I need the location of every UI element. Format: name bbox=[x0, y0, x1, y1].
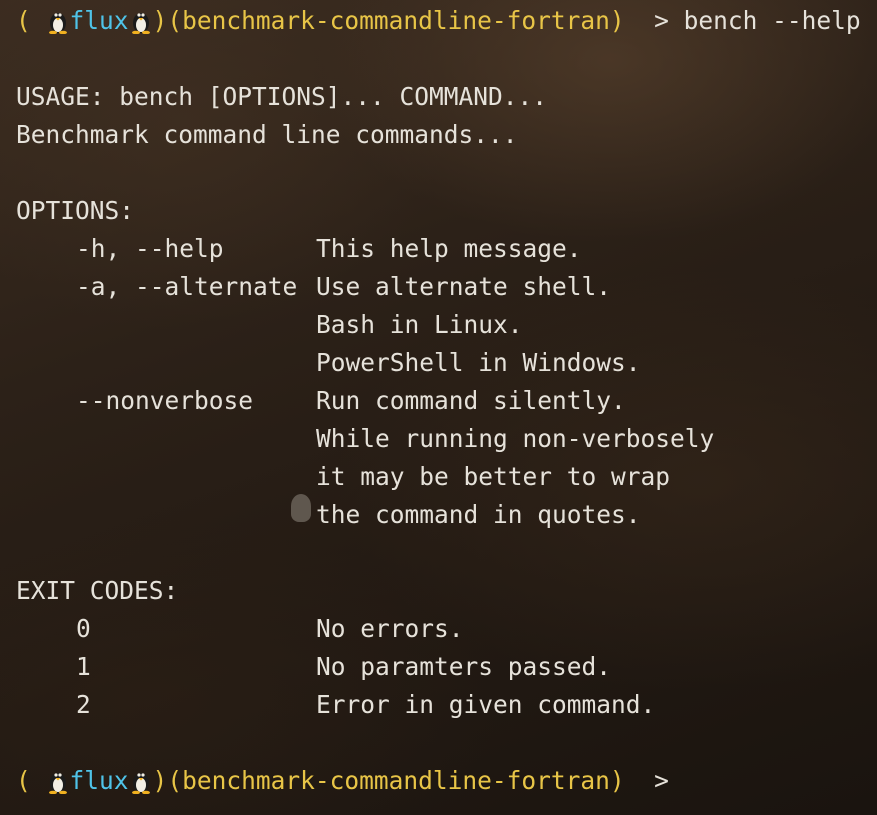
terminal-window[interactable]: ( flux )(benchmark-commandline-fortran) … bbox=[0, 0, 877, 815]
prompt-directory: (benchmark-commandline-fortran) bbox=[167, 6, 625, 35]
option-description: Run command silently. bbox=[316, 386, 626, 415]
exit-code-value: 1 bbox=[76, 652, 91, 681]
prompt-open-paren: ( bbox=[16, 766, 31, 795]
prompt-line-1: ( flux )(benchmark-commandline-fortran) … bbox=[16, 6, 861, 36]
usage-line: USAGE: bench [OPTIONS]... COMMAND... bbox=[16, 82, 548, 111]
option-flag: -a, --alternate bbox=[76, 272, 298, 301]
tux-penguin-icon bbox=[131, 773, 150, 794]
exit-code-description: No errors. bbox=[316, 614, 464, 643]
option-description: While running non-verbosely bbox=[316, 424, 715, 453]
prompt-close-paren: ) bbox=[152, 6, 168, 35]
exit-code-description: No paramters passed. bbox=[316, 652, 612, 681]
exit-code-value: 0 bbox=[76, 614, 91, 643]
prompt-directory: (benchmark-commandline-fortran) bbox=[167, 766, 625, 795]
exit-code-value: 2 bbox=[76, 690, 91, 719]
option-description: the command in quotes. bbox=[316, 500, 641, 529]
prompt-line-2[interactable]: ( flux )(benchmark-commandline-fortran) … bbox=[16, 766, 669, 796]
options-header: OPTIONS: bbox=[16, 196, 135, 225]
tux-penguin-icon bbox=[131, 13, 150, 34]
option-description: it may be better to wrap bbox=[316, 462, 671, 491]
prompt-close-paren: ) bbox=[152, 766, 168, 795]
option-description: Use alternate shell. bbox=[316, 272, 612, 301]
typed-command: bench --help bbox=[683, 6, 861, 35]
mouse-cursor bbox=[291, 494, 311, 522]
option-flag: --nonverbose bbox=[76, 386, 254, 415]
exit-code-description: Error in given command. bbox=[316, 690, 656, 719]
prompt-open-paren: ( bbox=[16, 6, 31, 35]
exit-codes-header: EXIT CODES: bbox=[16, 576, 179, 605]
option-description: This help message. bbox=[316, 234, 582, 263]
prompt-user: flux bbox=[69, 766, 129, 795]
prompt-arrow: > bbox=[654, 766, 669, 795]
prompt-arrow: > bbox=[654, 6, 669, 35]
tux-penguin-icon bbox=[48, 773, 67, 794]
option-flag: -h, --help bbox=[76, 234, 224, 263]
tux-penguin-icon bbox=[48, 13, 67, 34]
option-description: PowerShell in Windows. bbox=[316, 348, 641, 377]
option-description: Bash in Linux. bbox=[316, 310, 523, 339]
prompt-user: flux bbox=[69, 6, 129, 35]
description-line: Benchmark command line commands... bbox=[16, 120, 518, 149]
